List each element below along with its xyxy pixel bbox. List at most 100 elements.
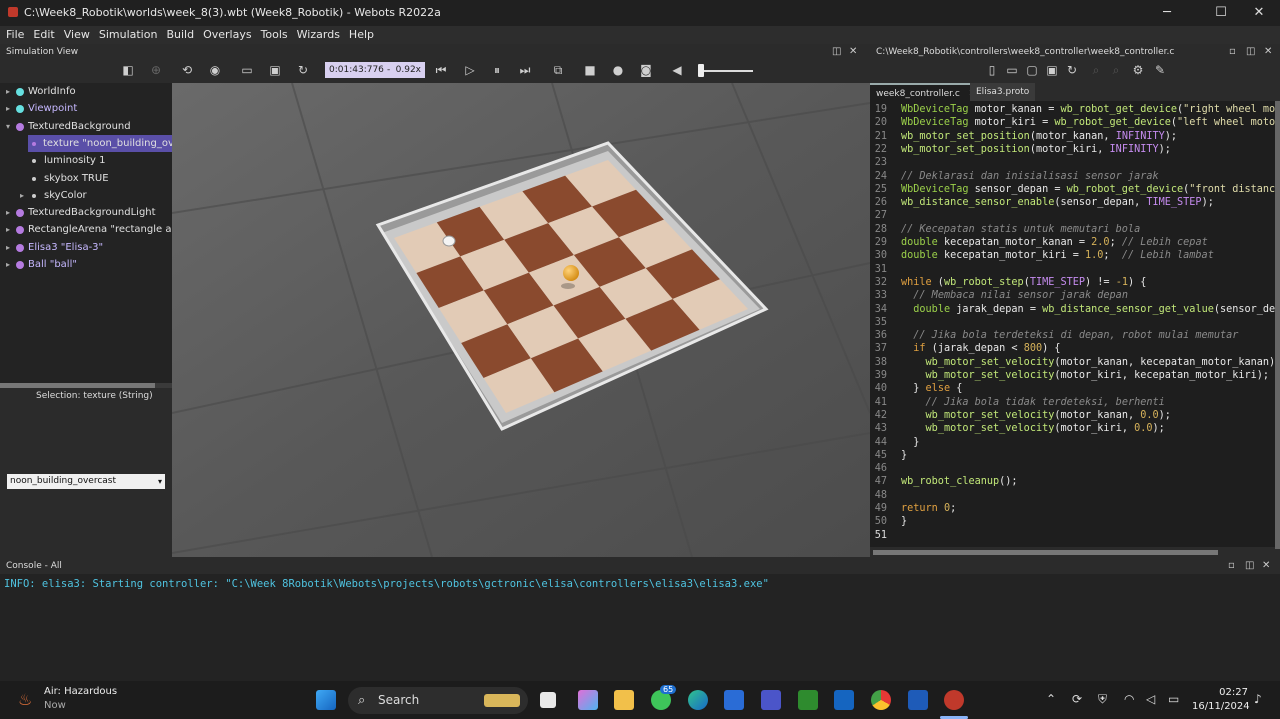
stop-icon[interactable]: ■ [582, 63, 598, 77]
menu-tools[interactable]: Tools [255, 26, 291, 41]
code-line[interactable]: 41 // Jika bola tidak terdeteksi, berhen… [870, 396, 1275, 409]
menu-wizards[interactable]: Wizards [291, 26, 343, 41]
reload-node-icon[interactable]: ⟲ [179, 63, 195, 77]
volume-slider-knob[interactable] [698, 64, 704, 77]
console-close-icon[interactable]: ✕ [1262, 558, 1270, 574]
revert-file-icon[interactable]: ↻ [1064, 63, 1080, 77]
excel-icon[interactable] [798, 690, 818, 710]
code-line[interactable]: 31 [870, 263, 1275, 276]
tree-node[interactable]: luminosity 1 [0, 152, 172, 169]
code-line[interactable]: 36 // Jika bola terdeteksi di depan, rob… [870, 329, 1275, 342]
orange-ball[interactable] [563, 265, 579, 281]
tree-node[interactable]: ▸ Viewpoint [0, 100, 172, 117]
wifi-icon[interactable]: ◠ [1124, 692, 1134, 706]
code-line[interactable]: 21 wb_motor_set_position(motor_kanan, INF… [870, 130, 1275, 143]
menu-overlays[interactable]: Overlays [197, 26, 255, 41]
code-line[interactable]: 37 if (jarak_depan < 800) { [870, 342, 1275, 355]
toggle-scene-tree-icon[interactable]: ◧ [120, 63, 136, 77]
code-line[interactable]: 46 [870, 462, 1275, 475]
expand-arrow-icon[interactable]: ▸ [6, 256, 10, 273]
menu-view[interactable]: View [58, 26, 93, 41]
tab-week8-controller[interactable]: week8_controller.c ✕ [870, 83, 983, 101]
clean-icon[interactable]: ✎ [1152, 63, 1168, 77]
open-file-icon[interactable]: ▭ [1004, 63, 1020, 77]
code-line[interactable]: 33 // Membaca nilai sensor jarak depan [870, 289, 1275, 302]
view-eye-icon[interactable]: ◉ [207, 63, 223, 77]
code-line[interactable]: 22 wb_motor_set_position(motor_kiri, INFI… [870, 143, 1275, 156]
expand-arrow-icon[interactable]: ▸ [6, 83, 10, 100]
tree-node[interactable]: ▸ Elisa3 "Elisa-3" [0, 239, 172, 256]
code-scroll-thumb[interactable] [1275, 101, 1280, 549]
expand-arrow-icon[interactable]: ▸ [6, 221, 10, 238]
open-world-icon[interactable]: ▭ [239, 63, 255, 77]
build-settings-icon[interactable]: ⚙ [1130, 63, 1146, 77]
code-line[interactable]: 39 wb_motor_set_velocity(motor_kiri, kec… [870, 369, 1275, 382]
reset-icon[interactable]: ⏮ [433, 63, 449, 77]
battery-icon[interactable]: ▭ [1168, 692, 1179, 706]
tree-node[interactable]: ▸ WorldInfo [0, 83, 172, 100]
console-output[interactable]: INFO: elisa3: Starting controller: "C:\W… [0, 574, 1280, 681]
tree-node[interactable]: ▸ RectangleArena "rectangle arena [0, 221, 172, 238]
tree-node[interactable]: texture "noon_building_overc [28, 134, 172, 152]
code-line[interactable]: 35 [870, 316, 1275, 329]
menu-file[interactable]: File [0, 26, 27, 41]
tree-node[interactable]: ▾ TexturedBackground [0, 118, 172, 135]
new-file-icon[interactable]: ▯ [984, 63, 1000, 77]
volume-tray-icon[interactable]: ◁ [1146, 692, 1155, 706]
replace-icon[interactable]: ⌕ [1108, 63, 1124, 77]
expand-arrow-icon[interactable]: ▸ [20, 187, 24, 204]
add-node-icon[interactable]: ⊕ [148, 63, 164, 77]
code-editor[interactable]: 19 WbDeviceTag motor_kanan = wb_robot_get… [870, 101, 1275, 547]
menu-help[interactable]: Help [343, 26, 377, 41]
tree-node[interactable]: skybox TRUE [0, 170, 172, 187]
code-line[interactable]: 23 [870, 156, 1275, 169]
tree-node[interactable]: ▸ Ball "ball" [0, 256, 172, 273]
code-horizontal-scrollbar[interactable] [873, 550, 1218, 555]
code-line[interactable]: 51 [870, 529, 1275, 542]
code-line[interactable]: 47 wb_robot_cleanup(); [870, 475, 1275, 488]
expand-arrow-icon[interactable]: ▸ [6, 100, 10, 117]
code-line[interactable]: 42 wb_motor_set_velocity(motor_kanan, 0.… [870, 409, 1275, 422]
rendering-icon[interactable]: ⧉ [550, 63, 566, 77]
tab-elisa3-proto[interactable]: Elisa3.proto [970, 83, 1036, 101]
edge-icon[interactable] [688, 690, 708, 710]
code-line[interactable]: 48 [870, 489, 1275, 502]
code-line[interactable]: 43 wb_motor_set_velocity(motor_kiri, 0.0… [870, 422, 1275, 435]
close-button[interactable]: ✕ [1236, 0, 1280, 26]
expand-arrow-icon[interactable]: ▸ [6, 204, 10, 221]
console-float-icon[interactable]: ▫ [1228, 558, 1235, 574]
fast-forward-icon[interactable]: ⏭ [517, 63, 533, 77]
webots-taskbar-icon[interactable] [944, 690, 964, 710]
save-world-icon[interactable]: ▣ [267, 63, 283, 77]
volume-icon[interactable]: ◀ [669, 63, 685, 77]
copilot-icon[interactable] [578, 690, 598, 710]
code-vertical-scrollbar[interactable] [1275, 101, 1280, 549]
code-line[interactable]: 20 WbDeviceTag motor_kiri = wb_robot_get_… [870, 116, 1275, 129]
start-windows-icon[interactable] [316, 690, 336, 710]
word-icon[interactable] [908, 690, 928, 710]
reload-world-icon[interactable]: ↻ [295, 63, 311, 77]
code-line[interactable]: 50} [870, 515, 1275, 528]
code-line[interactable]: 25 WbDeviceTag sensor_depan = wb_robot_ge… [870, 183, 1275, 196]
code-line[interactable]: 26 wb_distance_sensor_enable(sensor_depan… [870, 196, 1275, 209]
code-line[interactable]: 27 [870, 209, 1275, 222]
chrome-icon[interactable] [871, 690, 891, 710]
code-line[interactable]: 28 // Kecepatan statis untuk memutari bol… [870, 223, 1275, 236]
texture-select[interactable]: noon_building_overcast ▾ [7, 474, 165, 489]
minimize-button[interactable]: ─ [1144, 0, 1190, 26]
code-line[interactable]: 45} [870, 449, 1275, 462]
code-line[interactable]: 38 wb_motor_set_velocity(motor_kanan, ke… [870, 356, 1275, 369]
security-icon[interactable]: ⛨ [1098, 692, 1107, 707]
expand-arrow-icon[interactable]: ▸ [6, 239, 10, 256]
math-app-icon[interactable] [761, 690, 781, 710]
task-view-icon[interactable] [540, 692, 556, 708]
menu-simulation[interactable]: Simulation [93, 26, 161, 41]
record-icon[interactable]: ● [610, 63, 626, 77]
chevron-up-icon[interactable]: ⌃ [1046, 692, 1056, 706]
volume-slider[interactable] [698, 64, 753, 77]
code-line[interactable]: 44 } [870, 436, 1275, 449]
menu-edit[interactable]: Edit [27, 26, 57, 41]
collapse-arrow-icon[interactable]: ▾ [6, 118, 10, 135]
outlook-icon[interactable] [834, 690, 854, 710]
tree-node[interactable]: ▸ skyColor [0, 187, 172, 204]
